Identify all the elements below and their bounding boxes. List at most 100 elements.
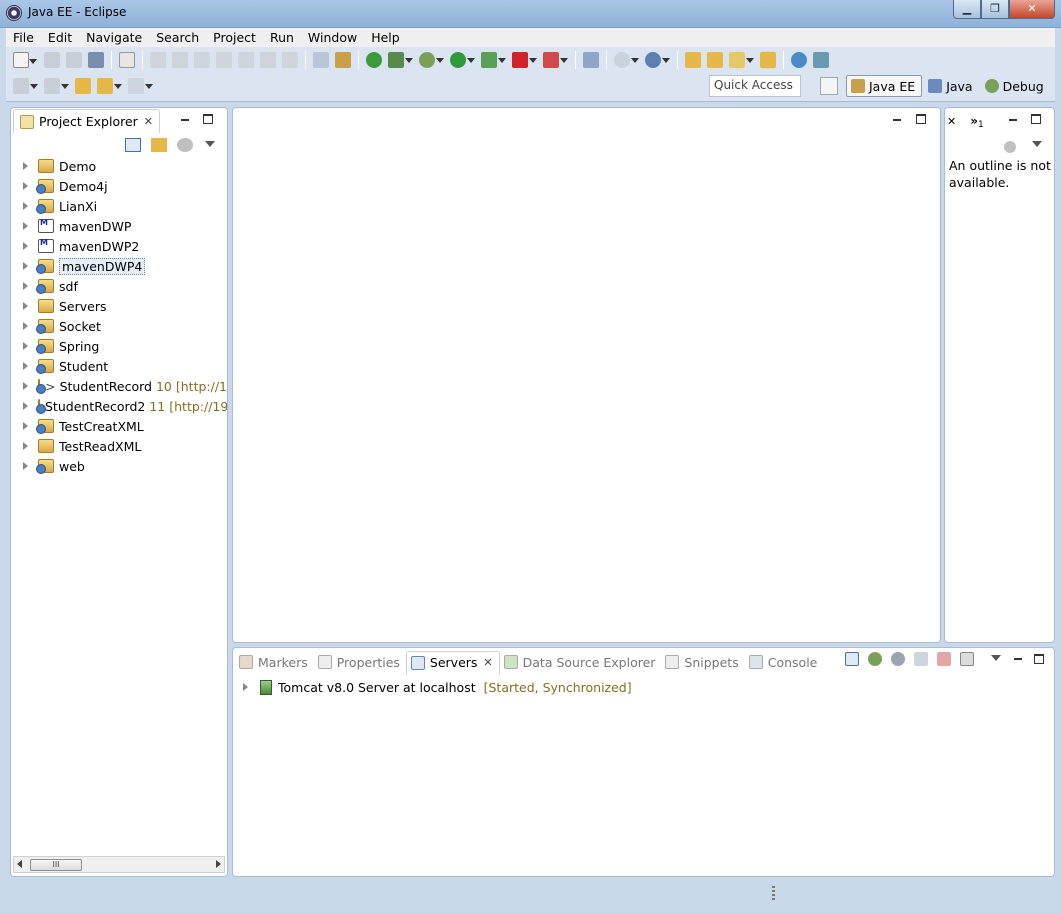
open-perspective-icon[interactable] (820, 77, 838, 95)
publish-icon[interactable] (960, 652, 974, 666)
tab-console[interactable]: Console (745, 651, 824, 674)
tree-item-mavendwp[interactable]: mavenDWP (11, 216, 227, 236)
expand-arrow-icon[interactable] (23, 322, 32, 330)
tree-item-servers[interactable]: Servers (11, 296, 227, 316)
debug-server-icon[interactable] (868, 652, 882, 666)
tree-item-spring[interactable]: Spring (11, 336, 227, 356)
menu-help[interactable]: Help (364, 28, 407, 47)
menu-window[interactable]: Window (301, 28, 364, 47)
minimize-view-icon[interactable] (1007, 114, 1019, 126)
expand-arrow-icon[interactable] (23, 382, 32, 390)
tab-servers[interactable]: Servers ✕ (405, 650, 500, 674)
tree-item-studentrecord[interactable]: > StudentRecord 10 [http://1 (11, 376, 227, 396)
stop-icon[interactable] (512, 52, 537, 68)
scroll-left-icon[interactable] (17, 860, 22, 868)
web-browser-icon[interactable] (366, 52, 382, 68)
tab-data-source-explorer[interactable]: Data Source Explorer (500, 651, 662, 674)
tree-item-testcreatxml[interactable]: TestCreatXML (11, 416, 227, 436)
coverage-icon[interactable] (388, 52, 413, 68)
close-icon[interactable]: ✕ (947, 115, 956, 128)
status-bar-grip-icon[interactable] (772, 886, 775, 902)
minimize-view-icon[interactable] (1012, 653, 1024, 665)
tree-item-sdf[interactable]: sdf (11, 276, 227, 296)
focus-icon[interactable] (1004, 141, 1016, 153)
expand-arrow-icon[interactable] (243, 683, 252, 691)
save-icon[interactable] (44, 52, 60, 68)
tab-overflow-chevron[interactable]: » (970, 114, 978, 128)
tree-item-demo4j[interactable]: Demo4j (11, 176, 227, 196)
expand-arrow-icon[interactable] (23, 262, 32, 270)
menu-run[interactable]: Run (263, 28, 301, 47)
expand-arrow-icon[interactable] (23, 222, 32, 230)
external-tools-icon[interactable] (543, 52, 568, 68)
tab-snippets[interactable]: Snippets (661, 651, 744, 674)
tab-properties[interactable]: Properties (314, 651, 406, 674)
new-server-icon[interactable] (583, 52, 599, 68)
tree-item-web[interactable]: web (11, 456, 227, 476)
previous-annotation-icon[interactable] (44, 78, 69, 94)
tree-item-socket[interactable]: Socket (11, 316, 227, 336)
focus-icon[interactable] (177, 138, 193, 152)
view-menu-icon[interactable] (1032, 141, 1042, 152)
expand-arrow-icon[interactable] (23, 462, 32, 470)
expand-arrow-icon[interactable] (23, 302, 32, 310)
menu-edit[interactable]: Edit (41, 28, 79, 47)
deploy-icon[interactable] (813, 52, 829, 68)
tree-item-lianxi[interactable]: LianXi (11, 196, 227, 216)
view-menu-icon[interactable] (990, 652, 1004, 666)
expand-arrow-icon[interactable] (23, 402, 32, 410)
expand-arrow-icon[interactable] (23, 442, 32, 450)
expand-arrow-icon[interactable] (23, 182, 32, 190)
skip-breakpoints-icon[interactable] (119, 52, 135, 68)
tree-item-student[interactable]: Student (11, 356, 227, 376)
minimize-view-icon[interactable] (179, 114, 191, 126)
close-icon[interactable]: ✕ (144, 115, 153, 128)
open-resource-icon[interactable] (707, 52, 723, 68)
tab-markers[interactable]: Markers (235, 651, 314, 674)
last-edit-location-icon[interactable] (75, 78, 91, 94)
horizontal-scrollbar[interactable]: III (13, 856, 225, 873)
save-all-icon[interactable] (66, 52, 82, 68)
server-row[interactable]: Tomcat v8.0 Server at localhost [Started… (243, 677, 632, 697)
expand-arrow-icon[interactable] (23, 242, 32, 250)
perspective-debug[interactable]: Debug (981, 75, 1050, 97)
collapse-all-icon[interactable] (125, 138, 141, 152)
maximize-view-icon[interactable] (1031, 114, 1041, 124)
close-icon[interactable]: ✕ (483, 656, 492, 669)
mark-occurrences-icon[interactable] (335, 52, 351, 68)
expand-arrow-icon[interactable] (23, 422, 32, 430)
editor-area[interactable] (232, 107, 941, 643)
forward-arrow-icon[interactable] (128, 78, 153, 94)
stop-server-icon[interactable] (937, 652, 951, 666)
link-with-editor-icon[interactable] (151, 138, 167, 152)
menu-file[interactable]: File (6, 28, 41, 47)
perspective-java[interactable]: Java (924, 75, 978, 97)
search-icon[interactable] (760, 52, 776, 68)
tree-item-studentrecord2[interactable]: StudentRecord2 11 [http://19 (11, 396, 227, 416)
tree-item-mavendwp4[interactable]: mavenDWP4 (11, 256, 227, 276)
perspective-java-ee[interactable]: Java EE (846, 75, 923, 97)
quick-access-input[interactable]: Quick Access (709, 75, 801, 97)
scroll-right-icon[interactable] (216, 860, 221, 868)
step-over-icon[interactable] (260, 52, 276, 68)
profile-server-icon[interactable] (914, 652, 928, 666)
maximize-view-icon[interactable] (203, 114, 213, 124)
step-return-icon[interactable] (282, 52, 298, 68)
globe-icon[interactable] (791, 52, 807, 68)
new-class-icon[interactable] (645, 52, 670, 68)
collapse-all-icon[interactable] (845, 652, 859, 666)
menu-project[interactable]: Project (206, 28, 263, 47)
expand-arrow-icon[interactable] (23, 342, 32, 350)
maximize-editor-icon[interactable] (916, 114, 926, 124)
close-window-button[interactable]: ✕ (1009, 0, 1055, 19)
run-external-icon[interactable] (481, 52, 506, 68)
menu-search[interactable]: Search (149, 28, 206, 47)
suspend-icon[interactable] (172, 52, 188, 68)
open-type-icon[interactable] (685, 52, 701, 68)
run-icon[interactable] (450, 52, 475, 68)
maximize-window-button[interactable]: ❐ (981, 0, 1009, 19)
expand-arrow-icon[interactable] (23, 282, 32, 290)
new-icon[interactable] (13, 52, 37, 68)
print-icon[interactable] (88, 52, 104, 68)
new-web-service-icon[interactable] (614, 52, 639, 68)
